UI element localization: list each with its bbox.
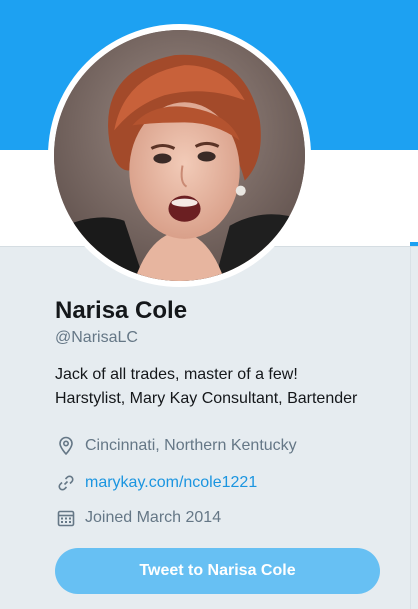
tweet-to-button[interactable]: Tweet to Narisa Cole [55, 548, 380, 594]
bio-line-1: Jack of all trades, master of a few! [55, 366, 298, 383]
bio-line-2: Harstylist, Mary Kay Consultant, Bartend… [55, 390, 358, 407]
location-row: Cincinnati, Northern Kentucky [55, 435, 297, 457]
calendar-icon [55, 507, 77, 529]
profile-bio: Jack of all trades, master of a few! Har… [55, 363, 405, 411]
profile-handle[interactable]: @NarisaLC [55, 327, 405, 349]
right-scroll-edge [410, 247, 418, 609]
avatar-photo [54, 30, 305, 281]
profile-page: Narisa Cole @NarisaLC Jack of all trades… [0, 0, 418, 609]
profile-card: Narisa Cole @NarisaLC Jack of all trades… [55, 295, 405, 527]
map-pin-icon [55, 435, 77, 457]
website-row: marykay.com/ncole1221 [55, 472, 257, 494]
avatar[interactable] [48, 24, 311, 287]
joined-row: Joined March 2014 [55, 507, 221, 529]
profile-website-link[interactable]: marykay.com/ncole1221 [85, 472, 257, 494]
nav-active-indicator [410, 242, 418, 246]
link-icon [55, 472, 77, 494]
profile-name[interactable]: Narisa Cole [55, 295, 405, 327]
profile-location: Cincinnati, Northern Kentucky [85, 437, 297, 454]
avatar-image [54, 30, 305, 281]
profile-joined-date: Joined March 2014 [85, 509, 222, 526]
